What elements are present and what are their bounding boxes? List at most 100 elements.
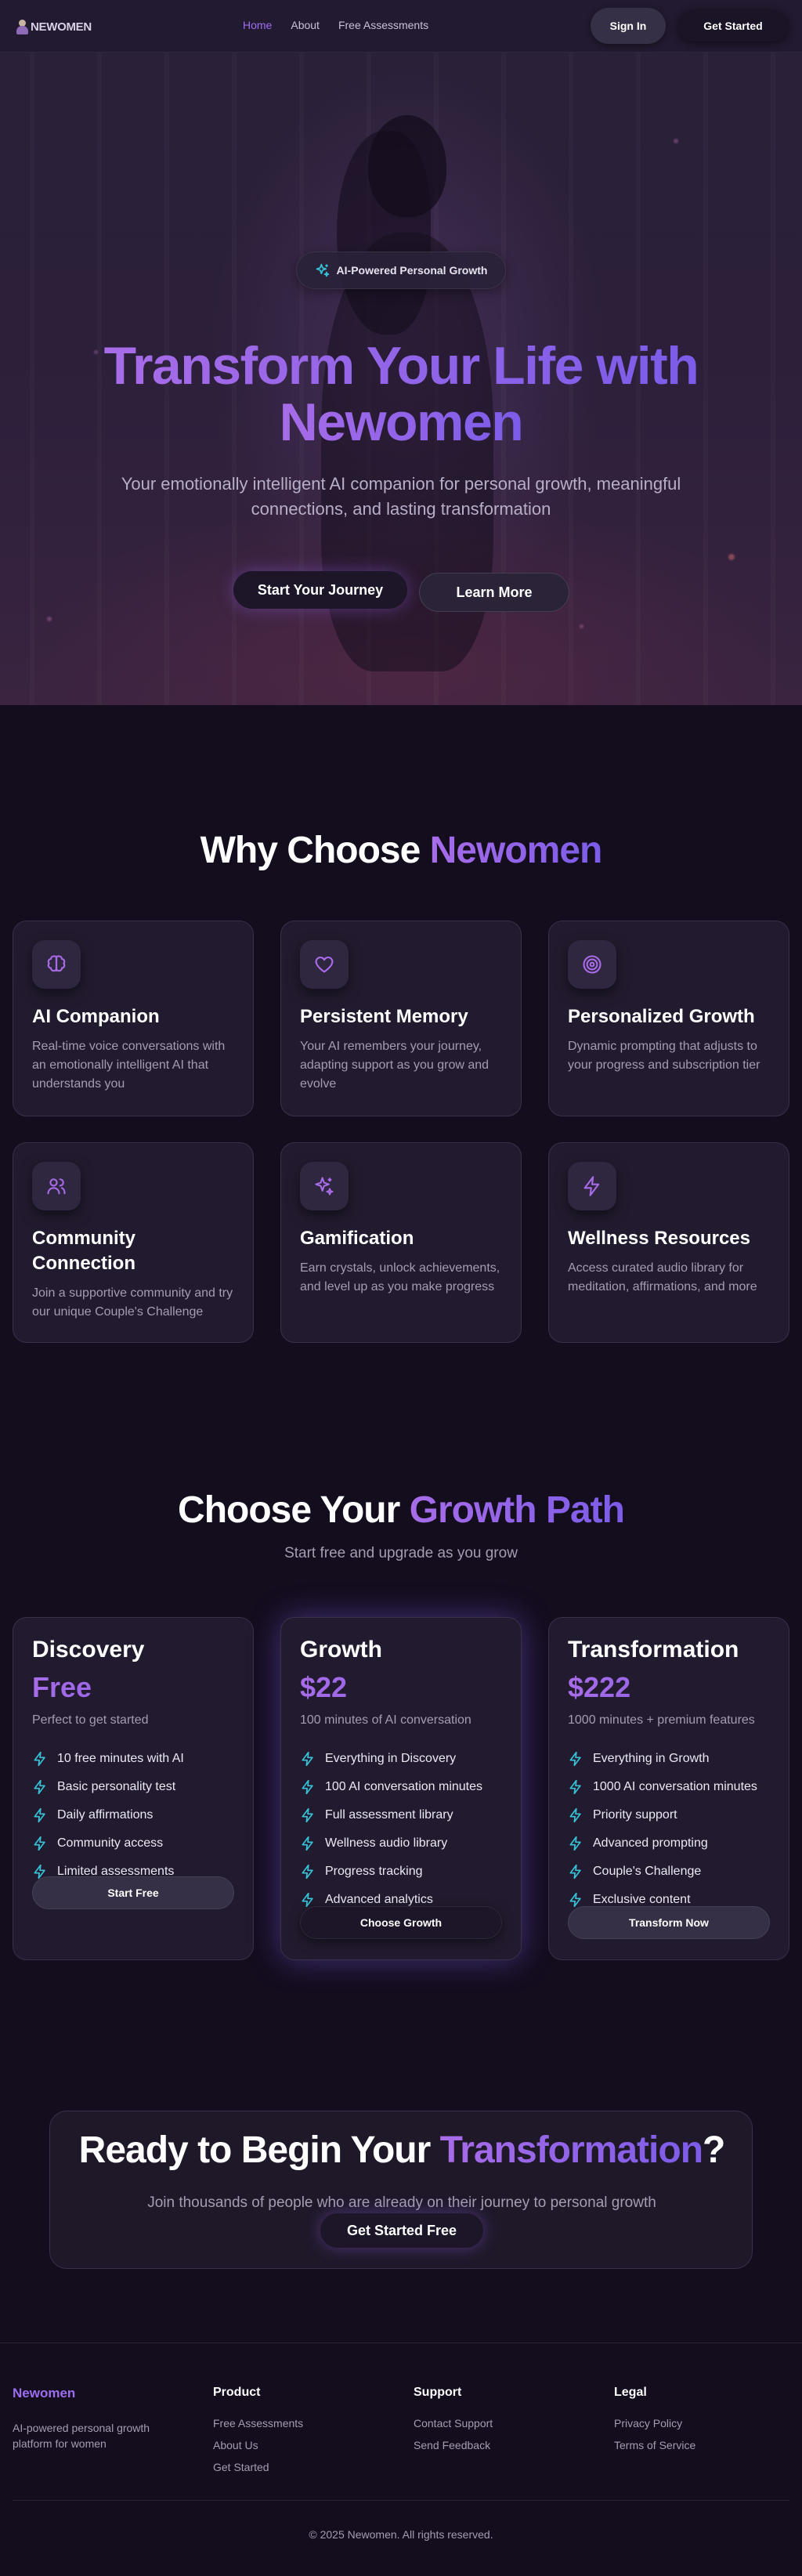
users-icon	[32, 1162, 81, 1210]
plan-name: Transformation	[568, 1637, 739, 1662]
plan-feature-text: Daily affirmations	[57, 1808, 154, 1822]
plan-feature-item: 10 free minutes with AI	[32, 1745, 234, 1773]
footer-column-title: Legal	[614, 2386, 647, 2399]
footer-brand[interactable]: Newomen	[13, 2386, 169, 2401]
plan-feature-item: Priority support	[568, 1801, 770, 1829]
plan-card-growth: Growth $22 100 minutes of AI conversatio…	[280, 1617, 522, 1960]
hero-badge-label: AI-Powered Personal Growth	[336, 264, 488, 277]
zap-check-icon	[569, 1864, 581, 1880]
plan-feature-text: Couple's Challenge	[593, 1865, 702, 1878]
plan-description: 100 minutes of AI conversation	[300, 1713, 471, 1727]
plan-feature-item: Daily affirmations	[32, 1801, 234, 1829]
footer-column-legal: Legal Privacy Policy Terms of Service	[614, 2386, 695, 2461]
zap-check-icon	[302, 1807, 313, 1823]
plan-price: Free	[32, 1671, 234, 1704]
zap-check-icon	[34, 1836, 45, 1851]
footer-link-about-us[interactable]: About Us	[213, 2439, 303, 2451]
plan-feature-text: Advanced analytics	[325, 1893, 433, 1906]
hero-title-line1: Transform Your Life with	[103, 336, 699, 396]
plan-name: Discovery	[32, 1637, 145, 1662]
logo[interactable]: NEWOMEN	[14, 17, 92, 36]
plan-feature-item: Everything in Discovery	[300, 1745, 502, 1773]
zap-check-icon	[34, 1751, 45, 1767]
hero-subtitle: Your emotionally intelligent AI companio…	[121, 474, 681, 519]
why-section-title: Why Choose Newomen	[0, 829, 802, 872]
footer-tagline: AI-powered personal growth platform for …	[13, 2422, 150, 2450]
feature-card-persistent-memory: Persistent Memory Your AI remembers your…	[280, 921, 522, 1116]
feature-description: Join a supportive community and try our …	[32, 1286, 233, 1319]
plan-feature-text: Exclusive content	[593, 1893, 691, 1906]
feature-description: Access curated audio library for meditat…	[568, 1261, 757, 1293]
plan-feature-text: Basic personality test	[57, 1780, 176, 1793]
why-title-plain: Why Choose	[200, 830, 430, 871]
plan-feature-text: 1000 AI conversation minutes	[593, 1780, 757, 1793]
nav-link-free-assessments[interactable]: Free Assessments	[338, 19, 428, 31]
footer-link-free-assessments[interactable]: Free Assessments	[213, 2417, 303, 2429]
plan-feature-item: 100 AI conversation minutes	[300, 1773, 502, 1801]
footer-column-title: Support	[414, 2386, 462, 2399]
feature-title: Community Connection	[32, 1228, 135, 1274]
zap-check-icon	[302, 1836, 313, 1851]
start-free-button[interactable]: Start Free	[32, 1876, 234, 1909]
transform-now-button[interactable]: Transform Now	[568, 1906, 770, 1939]
plan-features: Everything in Discovery 100 AI conversat…	[300, 1745, 502, 1914]
sparkles-icon	[300, 1162, 349, 1210]
footer-link-privacy-policy[interactable]: Privacy Policy	[614, 2417, 695, 2429]
footer-column-title: Product	[213, 2386, 261, 2399]
plan-price: $22	[300, 1671, 502, 1704]
plan-feature-item: Progress tracking	[300, 1858, 502, 1886]
zap-check-icon	[569, 1779, 581, 1795]
cta-subtitle: Join thousands of people who are already…	[147, 2194, 656, 2211]
sign-in-button[interactable]: Sign In	[591, 8, 666, 44]
zap-check-icon	[302, 1864, 313, 1880]
bokeh-light	[580, 624, 583, 628]
footer-link-send-feedback[interactable]: Send Feedback	[414, 2439, 493, 2451]
bokeh-light	[728, 554, 735, 560]
footer-link-contact-support[interactable]: Contact Support	[414, 2417, 493, 2429]
footer-column-product: Product Free Assessments About Us Get St…	[213, 2386, 303, 2483]
learn-more-button[interactable]: Learn More	[419, 573, 569, 612]
plan-feature-text: 10 free minutes with AI	[57, 1752, 184, 1765]
feature-title: Personalized Growth	[568, 1006, 755, 1027]
footer: Newomen AI-powered personal growth platf…	[0, 2343, 802, 2576]
plan-feature-text: Wellness audio library	[325, 1836, 448, 1850]
bokeh-light	[47, 617, 52, 621]
footer-link-terms-of-service[interactable]: Terms of Service	[614, 2439, 695, 2451]
hero-title: Transform Your Life with Newomen	[47, 338, 755, 450]
zap-check-icon	[569, 1836, 581, 1851]
plan-description: Perfect to get started	[32, 1713, 149, 1727]
nav-link-home[interactable]: Home	[243, 19, 272, 31]
plan-feature-text: 100 AI conversation minutes	[325, 1780, 483, 1793]
plan-feature-item: Full assessment library	[300, 1801, 502, 1829]
feature-description: Real-time voice conversations with an em…	[32, 1040, 226, 1091]
nav-link-about[interactable]: About	[291, 19, 320, 31]
footer-link-get-started[interactable]: Get Started	[213, 2461, 303, 2473]
bokeh-light	[674, 139, 678, 143]
plan-feature-item: Wellness audio library	[300, 1829, 502, 1858]
footer-divider	[13, 2500, 789, 2501]
zap-check-icon	[34, 1779, 45, 1795]
plan-feature-text: Priority support	[593, 1808, 677, 1822]
zap-check-icon	[569, 1751, 581, 1767]
pricing-section-title: Choose Your Growth Path	[0, 1489, 802, 1532]
top-nav: NEWOMEN Home About Free Assessments Sign…	[0, 0, 802, 52]
plan-feature-item: Couple's Challenge	[568, 1858, 770, 1886]
get-started-free-button[interactable]: Get Started Free	[320, 2213, 483, 2248]
cta-title-plain: Ready to Begin Your	[78, 2129, 440, 2171]
plan-feature-item: Everything in Growth	[568, 1745, 770, 1773]
hero-title-line2: Newomen	[279, 393, 524, 452]
get-started-button[interactable]: Get Started	[678, 10, 788, 42]
cta-title-accent: Transformation	[439, 2129, 703, 2171]
zap-check-icon	[569, 1892, 581, 1908]
plan-feature-item: 1000 AI conversation minutes	[568, 1773, 770, 1801]
plan-feature-item: Advanced prompting	[568, 1829, 770, 1858]
target-icon	[568, 940, 616, 989]
cta-title: Ready to Begin Your Transformation?	[50, 2129, 753, 2172]
plan-name: Growth	[300, 1637, 382, 1662]
start-journey-button[interactable]: Start Your Journey	[233, 571, 407, 609]
hero-badge: AI-Powered Personal Growth	[296, 251, 506, 289]
zap-check-icon	[569, 1807, 581, 1823]
choose-growth-button[interactable]: Choose Growth	[300, 1906, 502, 1939]
plan-feature-item: Basic personality test	[32, 1773, 234, 1801]
zap-check-icon	[34, 1807, 45, 1823]
